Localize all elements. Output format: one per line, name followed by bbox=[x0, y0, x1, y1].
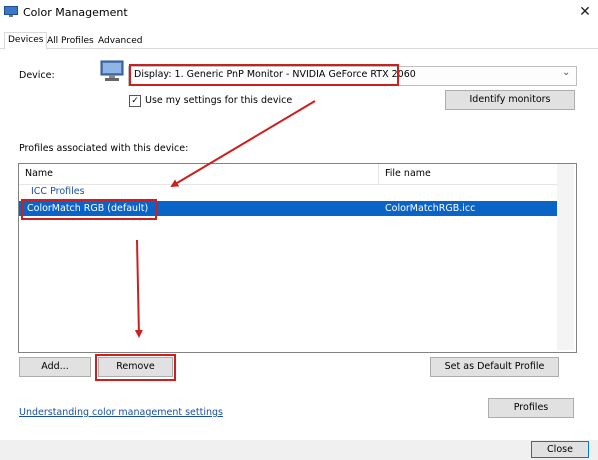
annotation-arrow-to-profile bbox=[170, 100, 316, 188]
annotation-arrow-to-remove bbox=[134, 239, 143, 338]
annotation-arrows bbox=[134, 100, 316, 338]
